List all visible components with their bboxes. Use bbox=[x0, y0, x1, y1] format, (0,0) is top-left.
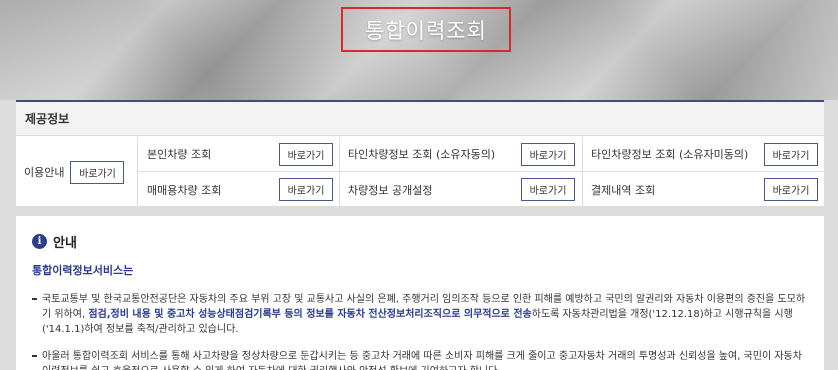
usage-guide-label: 이용안내 bbox=[24, 166, 65, 179]
notice-emphasis: 점검,정비 내용 및 중고차 성능상태점검기록부 등의 정보를 자동차 전산정보… bbox=[88, 309, 532, 320]
service-panel: 제공정보 이용안내 바로가기 본인차량 조회 바로가기 타인차량정보 조회 (소… bbox=[16, 100, 824, 207]
notice-paragraph-1: 국토교통부 및 한국교통안전공단은 자동차의 주요 부위 고장 및 교통사고 사… bbox=[32, 292, 824, 337]
notice-title: 안내 bbox=[53, 236, 77, 251]
notice-paragraph-2: 아울러 통합이력조회 서비스를 통해 사고차량을 정상차량으로 둔갑시키는 등 … bbox=[32, 349, 824, 370]
service-item-label: 결제내역 조회 bbox=[591, 183, 656, 197]
service-grid: 이용안내 바로가기 본인차량 조회 바로가기 타인차량정보 조회 (소유자동의)… bbox=[16, 137, 824, 207]
service-item-other-consent: 타인차량정보 조회 (소유자동의) 바로가기 bbox=[340, 137, 583, 172]
notice-subtitle: 통합이력정보서비스는 bbox=[32, 264, 134, 277]
payment-history-button[interactable]: 바로가기 bbox=[764, 178, 818, 201]
service-item-payment-history: 결제내역 조회 바로가기 bbox=[583, 172, 824, 207]
usage-guide-button[interactable]: 바로가기 bbox=[70, 160, 125, 184]
service-item-disclosure-settings: 차량정보 공개설정 바로가기 bbox=[340, 172, 583, 207]
service-item-label: 본인차량 조회 bbox=[147, 148, 212, 161]
service-panel-header: 제공정보 bbox=[16, 102, 824, 136]
page-title-highlight: 통합이력조회 bbox=[341, 7, 511, 52]
notice-section: i 안내 통합이력정보서비스는 국토교통부 및 한국교통안전공단은 자동차의 주… bbox=[16, 216, 824, 370]
service-item-other-no-consent: 타인차량정보 조회 (소유자미동의) 바로가기 bbox=[583, 137, 824, 172]
page-title: 통합이력조회 bbox=[365, 18, 487, 43]
other-consent-button[interactable]: 바로가기 bbox=[521, 143, 575, 166]
sale-vehicle-button[interactable]: 바로가기 bbox=[279, 178, 333, 201]
notice-header: i 안내 bbox=[32, 232, 824, 251]
service-item-label: 매매용차량 조회 bbox=[147, 183, 222, 197]
service-item-label: 차량정보 공개설정 bbox=[348, 183, 433, 197]
service-panel-title: 제공정보 bbox=[25, 112, 70, 126]
service-item-label: 타인차량정보 조회 (소유자동의) bbox=[348, 148, 496, 161]
other-no-consent-button[interactable]: 바로가기 bbox=[764, 143, 818, 166]
service-item-label: 타인차량정보 조회 (소유자미동의) bbox=[591, 148, 749, 161]
service-item-sale-vehicle: 매매용차량 조회 바로가기 bbox=[139, 172, 340, 207]
disclosure-settings-button[interactable]: 바로가기 bbox=[521, 178, 575, 201]
service-item-own-vehicle: 본인차량 조회 바로가기 bbox=[139, 137, 340, 172]
info-icon: i bbox=[32, 234, 47, 249]
own-vehicle-button[interactable]: 바로가기 bbox=[279, 143, 333, 166]
usage-guide-cell: 이용안내 바로가기 bbox=[16, 137, 138, 207]
